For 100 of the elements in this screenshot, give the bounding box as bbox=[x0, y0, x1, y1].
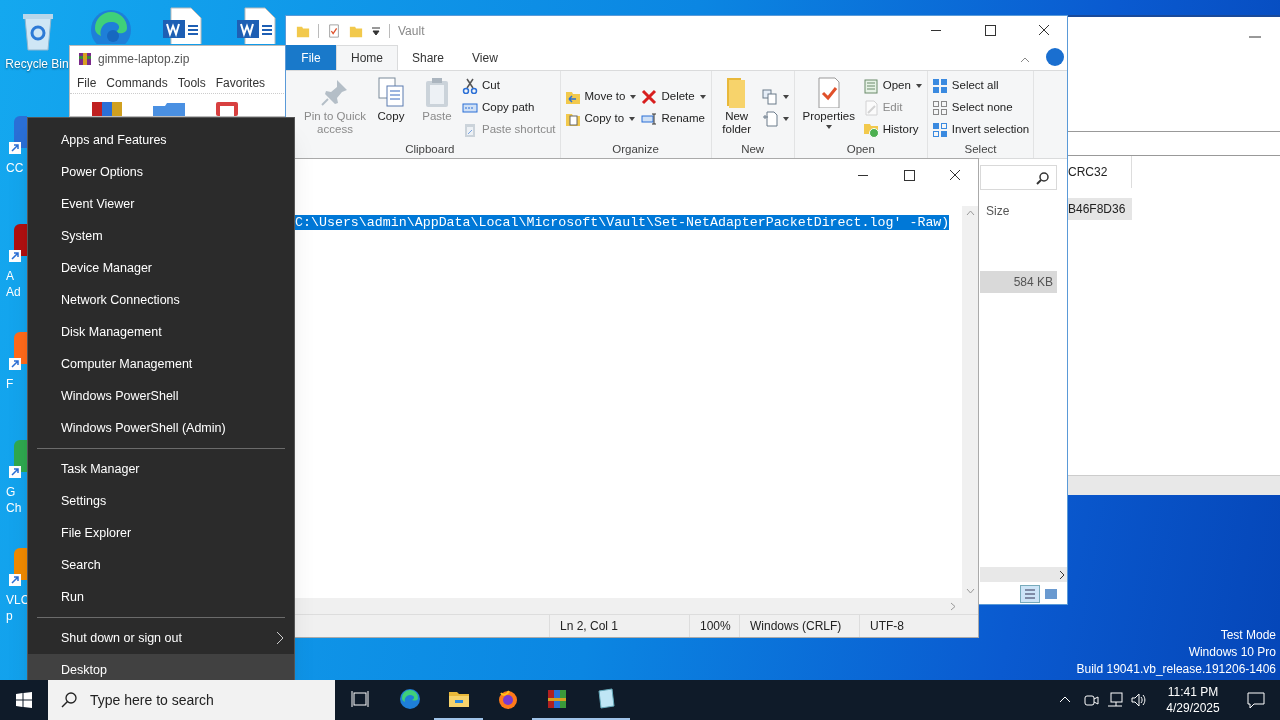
ribbon-button[interactable]: Rename bbox=[641, 108, 707, 130]
ribbon-button[interactable]: New folder bbox=[715, 74, 758, 142]
ribbon-button[interactable]: Invert selection bbox=[931, 119, 1030, 141]
history-icon[interactable] bbox=[862, 122, 879, 138]
caret-icon bbox=[698, 94, 707, 100]
search-icon bbox=[1036, 170, 1050, 185]
caret-icon bbox=[781, 94, 790, 100]
ribbon-button[interactable] bbox=[761, 108, 790, 130]
properties-icon[interactable] bbox=[327, 23, 341, 38]
menu-item[interactable]: Task Manager bbox=[28, 453, 294, 485]
search-icon bbox=[60, 691, 78, 709]
menu-item[interactable]: Tools bbox=[177, 73, 206, 92]
page-icon[interactable] bbox=[761, 111, 778, 127]
caret-icon bbox=[629, 94, 638, 100]
icon-label: Ch bbox=[6, 500, 22, 516]
clock-date: 4/29/2025 bbox=[1166, 700, 1220, 716]
ribbon-button[interactable]: Move to bbox=[564, 86, 638, 108]
caret-icon bbox=[628, 116, 637, 122]
ribbon-button[interactable]: Open bbox=[862, 75, 923, 97]
menu-item[interactable]: Network Connections bbox=[28, 284, 294, 316]
scroll-up-icon bbox=[965, 210, 975, 216]
select-none-icon[interactable] bbox=[931, 100, 948, 116]
menu-item[interactable]: File bbox=[77, 73, 97, 92]
status-text: Ln 2, Col 1 bbox=[549, 615, 689, 637]
menu-item[interactable]: Search bbox=[28, 549, 294, 581]
system-info-text: Test Mode bbox=[1220, 627, 1276, 644]
menu-item[interactable]: Apps and Features bbox=[28, 124, 294, 156]
vertical-scrollbar[interactable] bbox=[962, 206, 978, 598]
open-icon[interactable] bbox=[862, 78, 879, 94]
menu-item[interactable]: System bbox=[28, 220, 294, 252]
customize-caret-icon[interactable] bbox=[371, 25, 381, 36]
ribbon-tab[interactable]: Home bbox=[336, 45, 398, 70]
ribbon-button[interactable]: Select all bbox=[931, 75, 1030, 97]
caret-icon bbox=[781, 116, 790, 122]
icon-label: CC bbox=[6, 160, 24, 176]
group-label: New bbox=[740, 143, 766, 156]
rename-icon[interactable] bbox=[641, 111, 658, 127]
ribbon-button[interactable]: History bbox=[862, 119, 923, 141]
archive-icon bbox=[78, 52, 92, 67]
notification-icon[interactable] bbox=[1246, 690, 1266, 710]
caret-icon bbox=[824, 124, 833, 130]
ribbon-button[interactable]: Properties bbox=[798, 74, 859, 142]
menu-item[interactable]: File Explorer bbox=[28, 517, 294, 549]
menu-item[interactable]: Settings bbox=[28, 485, 294, 517]
scissors-icon[interactable] bbox=[462, 78, 478, 94]
select-all-icon[interactable] bbox=[931, 78, 948, 94]
menu-item[interactable]: Windows PowerShell bbox=[28, 380, 294, 412]
delete-icon[interactable] bbox=[641, 89, 658, 105]
ribbon-tab[interactable]: View bbox=[458, 45, 512, 70]
menu-item[interactable]: Shut down or sign out bbox=[28, 622, 294, 654]
menu-item[interactable]: Event Viewer bbox=[28, 188, 294, 220]
icon-label: p bbox=[6, 608, 13, 624]
volume-icon[interactable] bbox=[1130, 691, 1148, 709]
copy-folder-icon[interactable] bbox=[564, 111, 581, 127]
ribbon-tab[interactable]: File bbox=[286, 45, 336, 70]
menu-item[interactable]: Disk Management bbox=[28, 316, 294, 348]
network-icon[interactable] bbox=[1106, 691, 1124, 709]
ribbon-button[interactable]: Cut bbox=[462, 75, 556, 97]
windows-logo-icon bbox=[16, 692, 32, 708]
search-field[interactable] bbox=[980, 165, 1057, 190]
system-info-text: Windows 10 Pro bbox=[1188, 644, 1276, 661]
icon-label: VLC bbox=[6, 592, 30, 608]
clock-time: 11:41 PM bbox=[1167, 684, 1219, 700]
search-field[interactable]: Type here to search bbox=[48, 680, 335, 720]
invert-selection-icon[interactable] bbox=[931, 122, 948, 138]
ribbon-button[interactable] bbox=[761, 86, 790, 108]
clock[interactable]: 11:41 PM 4/29/2025 bbox=[1154, 684, 1232, 716]
edge-logo-icon bbox=[397, 687, 422, 711]
table-cell: 584 KB bbox=[980, 271, 1057, 293]
icon-label: G bbox=[6, 484, 16, 500]
icon-label: Recycle Bin bbox=[5, 58, 69, 70]
menu-item[interactable]: Power Options bbox=[28, 156, 294, 188]
menu-item[interactable]: Desktop bbox=[28, 654, 294, 680]
menu-item[interactable]: Computer Management bbox=[28, 348, 294, 380]
path-icon[interactable] bbox=[462, 100, 478, 116]
column-header[interactable]: Size bbox=[986, 202, 1010, 220]
menu-item[interactable]: Favorites bbox=[215, 73, 266, 92]
status-text: Windows (CRLF) bbox=[739, 615, 859, 637]
group-label: Open bbox=[845, 143, 876, 156]
move-folder-icon[interactable] bbox=[564, 89, 581, 105]
ribbon-button[interactable]: Copy to bbox=[564, 108, 638, 130]
ribbon-button[interactable]: Copy path bbox=[462, 97, 556, 119]
ribbon-button[interactable]: Copy bbox=[370, 74, 412, 142]
table-cell: B46F8D36 bbox=[1068, 198, 1132, 220]
details-view-icon[interactable] bbox=[1020, 585, 1040, 603]
horizontal-scrollbar[interactable] bbox=[980, 567, 1067, 582]
menu-item[interactable]: Device Manager bbox=[28, 252, 294, 284]
menu-item[interactable]: Commands bbox=[106, 73, 168, 92]
group-label: Select bbox=[963, 143, 998, 156]
menu-item[interactable]: Windows PowerShell (Admin) bbox=[28, 412, 294, 444]
icon-label: F bbox=[6, 376, 14, 392]
copy-icon[interactable] bbox=[375, 76, 407, 108]
menu-item[interactable]: Run bbox=[28, 581, 294, 613]
group-label: Organize bbox=[611, 143, 660, 156]
ribbon-button[interactable]: Delete bbox=[641, 86, 707, 108]
new-item-icon[interactable] bbox=[761, 89, 778, 105]
ribbon-button[interactable]: Select none bbox=[931, 97, 1030, 119]
window-title: gimme-laptop.zip bbox=[98, 51, 190, 69]
system-info-text: Build 19041.vb_release.191206-1406 bbox=[1076, 661, 1276, 678]
ribbon-tab[interactable]: Share bbox=[398, 45, 459, 70]
